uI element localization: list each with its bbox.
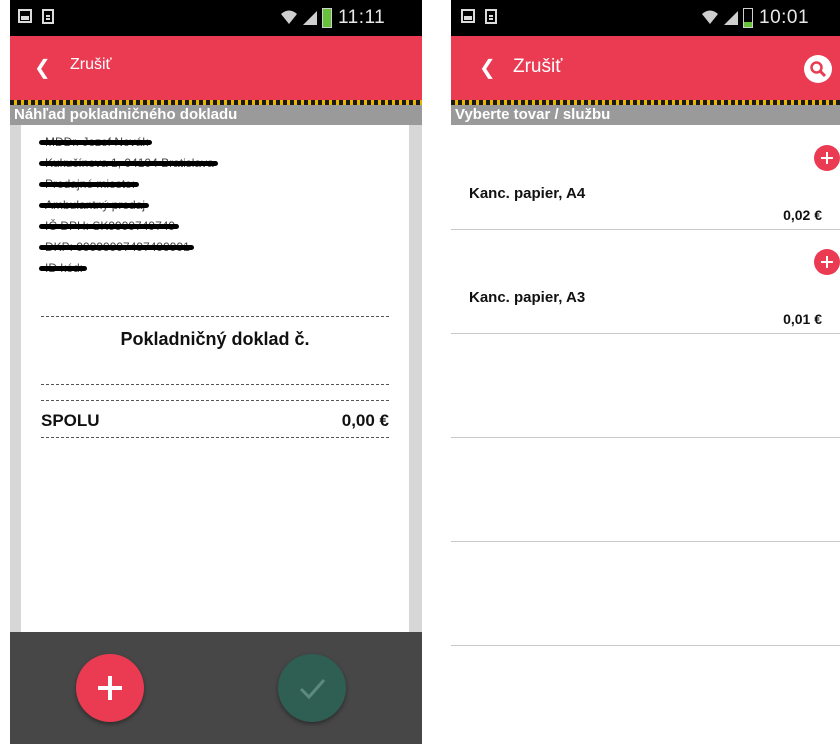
divider <box>41 400 389 401</box>
status-time: 11:11 <box>338 7 386 28</box>
receipt-title: Pokladničný doklad č. <box>120 329 310 349</box>
wifi-icon <box>281 10 297 24</box>
chevron-left-icon[interactable]: ❮ <box>479 55 496 80</box>
add-product-button[interactable] <box>814 145 840 171</box>
product-price: 0,02 € <box>783 207 822 223</box>
product-list: Kanc. papier, A4 0,02 € Kanc. papier, A3… <box>451 125 840 744</box>
check-icon <box>299 679 326 700</box>
document-icon <box>485 9 497 24</box>
section-title: Náhľad pokladničného dokladu <box>10 105 422 125</box>
document-icon <box>42 9 54 24</box>
list-item[interactable] <box>451 645 840 744</box>
divider <box>41 437 389 438</box>
signal-icon <box>724 11 738 25</box>
plus-icon <box>98 676 122 700</box>
wifi-icon <box>702 10 718 24</box>
divider <box>41 384 389 385</box>
list-item[interactable] <box>451 333 840 438</box>
list-item[interactable] <box>451 541 840 646</box>
app-bar: ❮ Zrušiť <box>10 36 422 100</box>
total-value: 0,00 € <box>341 411 389 430</box>
section-title: Vyberte tovar / službu <box>451 105 840 125</box>
cancel-button[interactable]: Zrušiť <box>70 56 112 74</box>
plus-icon <box>821 152 833 164</box>
product-price: 0,01 € <box>783 311 822 327</box>
status-bar: 10:01 <box>451 0 840 36</box>
cancel-button[interactable]: Zrušiť <box>513 56 562 78</box>
receipt-header-line: DKP: 99999997497499991 <box>39 240 194 254</box>
receipt-header-line: Ambulantný predaj <box>38 198 150 212</box>
receipt-preview-screen: 11:11 ❮ Zrušiť Náhľad pokladničného dokl… <box>10 0 422 744</box>
total-label: SPOLU <box>41 411 100 430</box>
image-icon <box>461 9 475 23</box>
confirm-button[interactable] <box>278 654 346 722</box>
search-icon <box>810 61 827 78</box>
status-time: 10:01 <box>759 7 810 28</box>
receipt-header-line: ID kód: <box>38 261 88 275</box>
product-name: Kanc. papier, A3 <box>469 289 586 306</box>
list-item[interactable]: Kanc. papier, A4 0,02 € <box>451 125 840 230</box>
signal-icon <box>303 11 317 25</box>
product-name: Kanc. papier, A4 <box>469 185 586 202</box>
receipt-header-line: IČ DPH: SK9999749749 <box>38 219 180 233</box>
receipt-preview: MDDr. Jozef Novák Kukučínova 1, 04104 Br… <box>21 125 409 632</box>
image-icon <box>18 9 32 23</box>
add-item-button[interactable] <box>76 654 144 722</box>
bottom-action-bar <box>10 632 422 744</box>
receipt-header-line: MDDr. Jozef Novák <box>38 135 153 149</box>
battery-icon <box>743 8 753 28</box>
product-selection-screen: 10:01 ❮ Zrušiť Vyberte tovar / službu Ka… <box>451 0 840 744</box>
app-bar: ❮ Zrušiť <box>451 36 840 100</box>
add-product-button[interactable] <box>814 249 840 275</box>
list-item[interactable] <box>451 437 840 542</box>
battery-icon <box>322 8 332 28</box>
search-button[interactable] <box>804 55 832 83</box>
receipt-header-line: Predajné miesto: <box>38 177 140 191</box>
receipt-header-line: Kukučínova 1, 04104 Bratislava <box>39 156 218 170</box>
status-bar: 11:11 <box>10 0 422 36</box>
plus-icon <box>821 256 833 268</box>
chevron-left-icon[interactable]: ❮ <box>34 55 51 80</box>
list-item[interactable]: Kanc. papier, A3 0,01 € <box>451 229 840 334</box>
divider <box>41 316 389 317</box>
